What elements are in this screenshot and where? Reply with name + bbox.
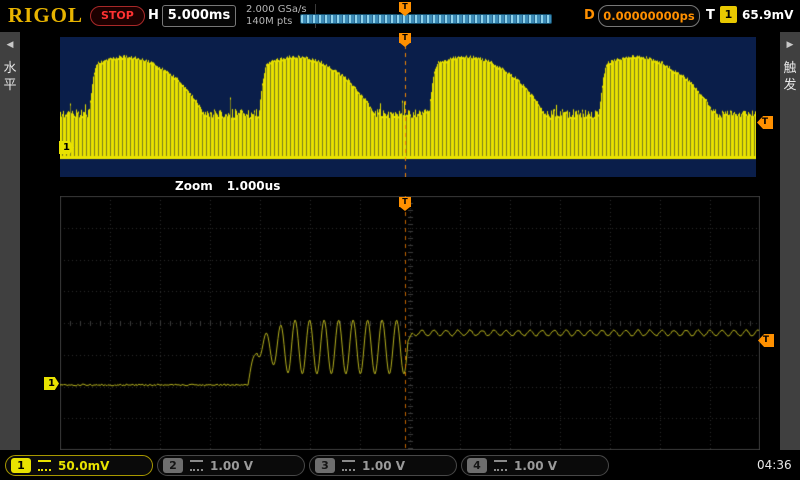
channel-3-status[interactable]: 3 1.00 V — [309, 455, 457, 476]
run-state-badge[interactable]: STOP — [90, 6, 145, 26]
brand-logo: RIGOL — [8, 3, 83, 28]
main-waveform-canvas[interactable] — [60, 37, 756, 177]
collapse-left-arrow-icon: ◀ — [0, 40, 20, 50]
dc-coupling-icon — [342, 460, 355, 471]
channel-1-badge: 1 — [11, 458, 31, 473]
channel-status-bar: 1 50.0mV 2 1.00 V 3 1.00 V 4 1.00 V 04:3… — [0, 452, 800, 480]
trigger-position-marker-topbar[interactable]: T — [399, 2, 411, 12]
trigger-source-badge[interactable]: 1 — [720, 6, 737, 23]
channel-4-scale: 1.00 V — [514, 459, 557, 473]
zoom-waveform-canvas[interactable] — [60, 196, 760, 450]
horizontal-label: H — [148, 8, 159, 23]
channel-2-status[interactable]: 2 1.00 V — [157, 455, 305, 476]
channel-3-scale: 1.00 V — [362, 459, 405, 473]
timebase-value[interactable]: 5.000ms — [162, 5, 236, 27]
horizontal-menu-tab[interactable]: ◀ 水平 — [0, 32, 20, 450]
sample-rate-label: 2.000 GSa/s — [246, 4, 307, 16]
channel-4-status[interactable]: 4 1.00 V — [461, 455, 609, 476]
oscilloscope-screen: RIGOL STOP H 5.000ms 2.000 GSa/s 140M pt… — [0, 0, 800, 480]
channel-1-scale: 50.0mV — [58, 459, 109, 473]
channel-2-scale: 1.00 V — [210, 459, 253, 473]
memory-depth-label: 140M pts — [246, 16, 307, 28]
system-clock: 04:36 — [757, 458, 792, 472]
trigger-menu-label: 触发 — [780, 60, 800, 94]
dc-coupling-icon — [190, 460, 203, 471]
trigger-menu-tab[interactable]: ▶ 触发 — [780, 32, 800, 450]
collapse-right-arrow-icon: ▶ — [780, 40, 800, 50]
dc-coupling-icon — [494, 460, 507, 471]
channel-2-badge: 2 — [163, 458, 183, 473]
trigger-position-marker-zoom[interactable]: T — [399, 197, 411, 207]
trigger-position-marker-main[interactable]: T — [399, 33, 411, 43]
horizontal-menu-label: 水平 — [0, 60, 20, 94]
trigger-label: T — [706, 8, 715, 23]
channel-4-badge: 4 — [467, 458, 487, 473]
delay-label: D — [584, 8, 595, 23]
main-waveform-view[interactable] — [60, 37, 756, 177]
trigger-level-value[interactable]: 65.9mV — [742, 8, 793, 22]
trigger-level-marker-main[interactable]: T — [757, 116, 773, 129]
delay-value[interactable]: 0.00000000ps — [598, 5, 700, 27]
horizontal-position-bar[interactable] — [300, 14, 552, 24]
trigger-level-marker-zoom[interactable]: T — [758, 334, 774, 347]
zoom-scale-readout: Zoom 1.000us — [175, 179, 280, 193]
zoom-scale-value: 1.000us — [227, 179, 281, 193]
zoom-label: Zoom — [175, 179, 213, 193]
channel-1-offset-marker-zoom[interactable]: 1 — [44, 377, 59, 390]
channel-3-badge: 3 — [315, 458, 335, 473]
dc-coupling-icon — [38, 460, 51, 471]
top-status-bar: RIGOL STOP H 5.000ms 2.000 GSa/s 140M pt… — [0, 0, 800, 32]
channel-1-status[interactable]: 1 50.0mV — [5, 455, 153, 476]
zoom-waveform-view[interactable] — [60, 196, 760, 450]
